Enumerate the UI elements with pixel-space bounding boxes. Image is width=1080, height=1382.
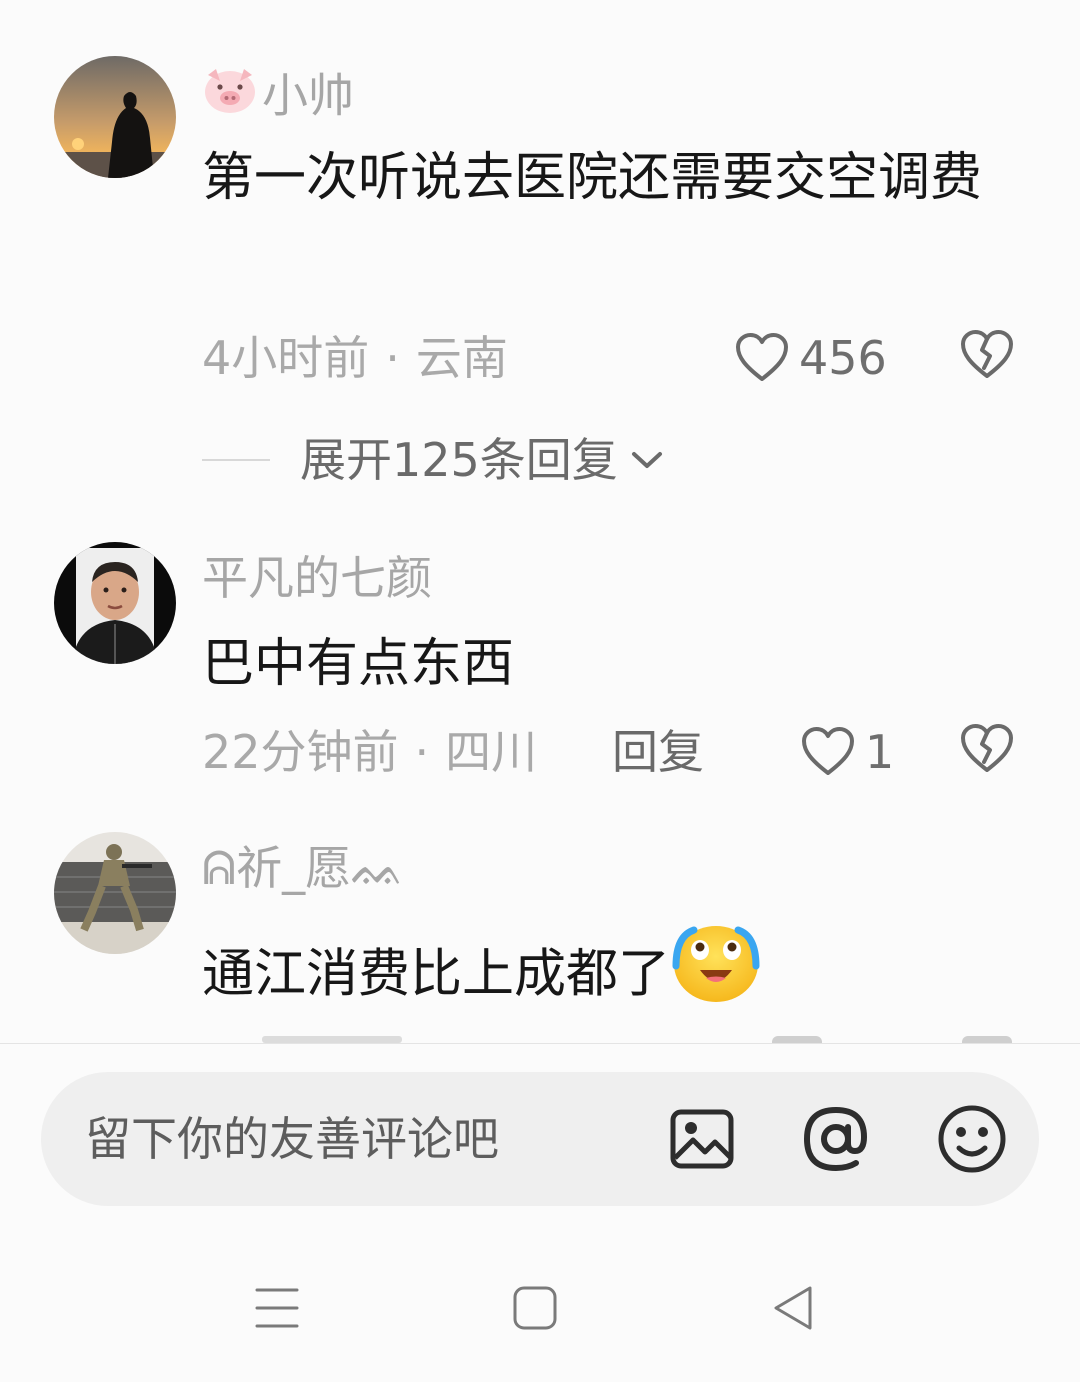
dislike-button[interactable] xyxy=(960,724,1014,778)
username-text: 小帅 xyxy=(262,68,354,123)
chevron-down-icon xyxy=(631,452,662,468)
comment-text: 通江消费比上成都了 xyxy=(202,920,1032,1035)
home-square-icon[interactable] xyxy=(512,1285,558,1335)
comment-text-content: 通江消费比上成都了 xyxy=(202,944,671,1005)
comment-text: 巴中有点东西 xyxy=(202,634,515,694)
avatar[interactable] xyxy=(54,832,176,954)
heart-icon xyxy=(802,727,854,775)
comment-meta: 22分钟前 · 四川 xyxy=(202,724,537,780)
back-triangle-icon[interactable] xyxy=(770,1284,816,1336)
username[interactable]: ᕱ祈_愿ᨐ xyxy=(202,840,405,896)
pig-emoji-icon xyxy=(202,65,258,127)
avatar[interactable] xyxy=(54,56,176,178)
at-icon[interactable] xyxy=(802,1105,870,1177)
dislike-button[interactable] xyxy=(960,330,1014,384)
expand-replies-label: 展开125条回复 xyxy=(300,433,618,487)
broken-heart-icon xyxy=(961,724,1013,772)
expand-replies[interactable]: 展开125条回复 xyxy=(202,432,664,488)
meta-separator: · xyxy=(414,725,430,779)
comment-meta-clipped xyxy=(202,1036,1022,1043)
avatar[interactable] xyxy=(54,542,176,664)
comment-list: 小帅 第一次听说去医院还需要交空调费 4小时前 · 云南 456 展开125条回复 xyxy=(0,0,1080,1043)
meta-separator: · xyxy=(385,331,400,385)
reply-button[interactable]: 回复 xyxy=(612,724,704,780)
comment-text: 第一次听说去医院还需要交空调费 xyxy=(202,148,983,208)
menu-icon[interactable] xyxy=(254,1286,300,1334)
image-icon[interactable] xyxy=(669,1106,735,1176)
system-nav-bar xyxy=(0,1240,1080,1382)
emoji-icon[interactable] xyxy=(937,1104,1007,1178)
comment-time: 4小时前 xyxy=(202,331,370,385)
like-button[interactable]: 1 xyxy=(801,724,894,780)
expand-divider xyxy=(202,459,270,461)
input-divider xyxy=(0,1043,1080,1044)
comment-location: 云南 xyxy=(415,331,508,385)
crying-emoji-icon xyxy=(670,920,762,1035)
like-count: 1 xyxy=(865,725,895,779)
comment-time: 22分钟前 xyxy=(202,725,399,779)
like-count: 456 xyxy=(799,331,887,385)
comment-location: 四川 xyxy=(445,725,538,779)
username[interactable]: 平凡的七颜 xyxy=(202,550,432,606)
comment-meta: 4小时前 · 云南 xyxy=(202,330,508,386)
username[interactable]: 小帅 xyxy=(202,64,354,127)
like-button[interactable]: 456 xyxy=(735,330,887,386)
heart-icon xyxy=(736,333,788,381)
comment-input-bar[interactable]: 留下你的友善评论吧 xyxy=(41,1072,1039,1206)
comment-input[interactable]: 留下你的友善评论吧 xyxy=(85,1110,499,1168)
broken-heart-icon xyxy=(961,330,1013,378)
